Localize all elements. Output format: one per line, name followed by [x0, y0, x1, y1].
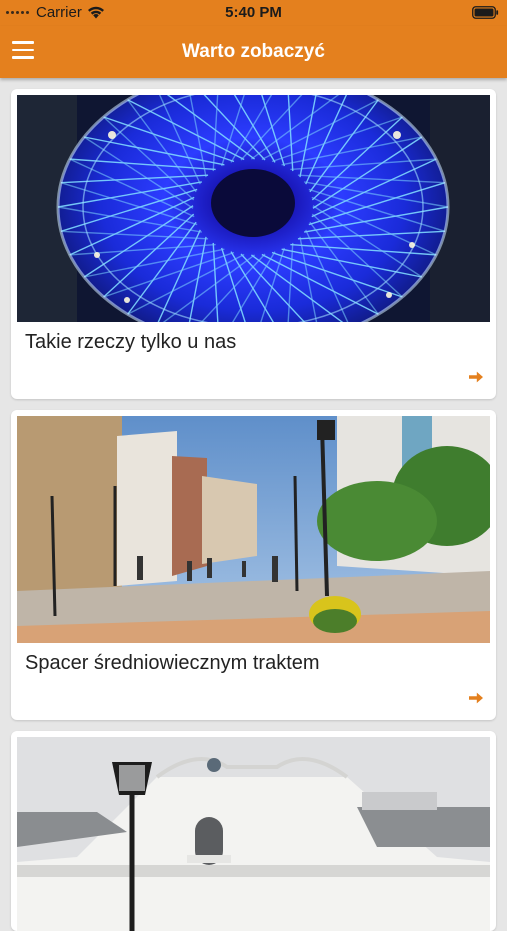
status-bar: Carrier 5:40 PM	[0, 0, 507, 26]
battery-icon	[472, 6, 499, 19]
page-title: Warto zobaczyć	[182, 41, 325, 62]
nav-bar: Warto zobaczyć	[0, 26, 507, 78]
pedestrian-street-photo	[17, 416, 490, 643]
hamburger-menu-icon[interactable]	[12, 41, 34, 61]
blue-lit-dome-photo	[17, 95, 490, 322]
card-title: Takie rzeczy tylko u nas	[25, 331, 237, 353]
card-title: Spacer średniowiecznym traktem	[25, 652, 320, 674]
white-baroque-building-photo	[17, 737, 490, 931]
card-attraction[interactable]	[11, 731, 496, 931]
card-attraction[interactable]: Takie rzeczy tylko u nas	[11, 89, 496, 399]
arrow-right-icon[interactable]	[468, 690, 484, 706]
arrow-right-icon[interactable]	[468, 369, 484, 385]
card-attraction[interactable]: Spacer średniowiecznym traktem	[11, 410, 496, 720]
status-time: 5:40 PM	[225, 4, 282, 21]
